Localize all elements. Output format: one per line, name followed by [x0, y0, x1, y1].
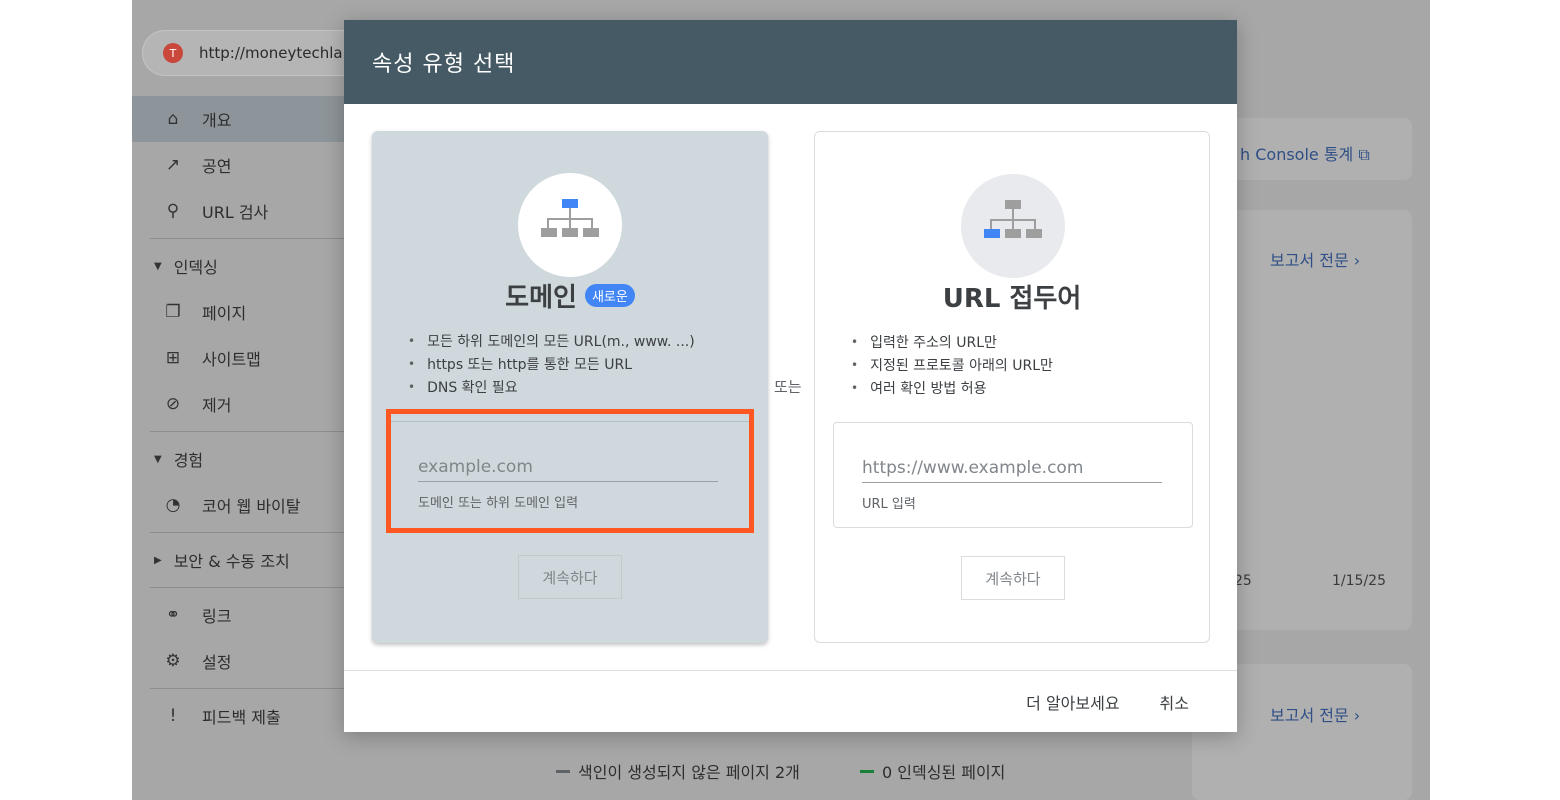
cancel-button[interactable]: 취소	[1160, 690, 1189, 714]
legend-not-indexed: 색인이 생성되지 않은 페이지 2개	[556, 759, 800, 783]
url-prefix-input[interactable]	[862, 453, 1162, 483]
sitemap-url-prefix-icon	[984, 200, 1042, 238]
domain-icon-circle	[518, 173, 622, 277]
domain-feature-list: 모든 하위 도메인의 모든 URL(m., www. ...) https 또는…	[408, 329, 695, 398]
full-report-link-1[interactable]: 보고서 전문 ›	[1270, 247, 1360, 271]
section-label: 경험	[173, 451, 204, 470]
chevron-right-icon: ›	[1353, 706, 1361, 725]
url-prefix-property-card[interactable]: URL 접두어 입력한 주소의 URL만 지정된 프로토콜 아래의 URL만 여…	[814, 131, 1210, 643]
dialog-body: 도메인 새로운 모든 하위 도메인의 모든 URL(m., www. ...) …	[344, 104, 1237, 670]
legend-swatch	[860, 769, 874, 773]
chart-tick: 1/15/25	[1332, 573, 1386, 589]
legend-label: 0 인덱싱된 페이지	[882, 763, 1006, 782]
caret-down-icon: ▼	[154, 260, 162, 272]
highlight-box	[386, 409, 754, 533]
sidebar-item-label: 사이트맵	[202, 350, 261, 369]
caret-right-icon: ▶	[154, 554, 162, 566]
legend-swatch	[556, 769, 570, 773]
list-item: 지정된 프로토콜 아래의 URL만	[851, 353, 1053, 376]
learn-more-button[interactable]: 더 알아보세요	[1026, 690, 1119, 714]
trending-up-icon: ↗	[165, 155, 181, 175]
settings-icon: ⚙	[165, 651, 181, 671]
visibility-off-icon: ⊘	[165, 394, 181, 414]
or-separator: 또는	[774, 378, 802, 396]
sitemap-icon: ⊞	[165, 348, 181, 368]
url-prefix-continue-button[interactable]: 계속하다	[961, 556, 1065, 600]
select-property-type-dialog: 속성 유형 선택 도메인 새로운 • 모든 하위 도메인의 모든 URL(m.,…	[344, 20, 1237, 732]
legend-indexed: 0 인덱싱된 페이지	[860, 759, 1005, 783]
property-url: http://moneytechla	[199, 44, 343, 62]
list-item: 여러 확인 방법 허용	[851, 376, 1053, 399]
sidebar-item-label: 설정	[202, 653, 232, 672]
dialog-title: 속성 유형 선택	[372, 52, 516, 77]
url-prefix-input-help: URL 입력	[862, 497, 916, 512]
console-stats-link[interactable]: h Console 통계 ⧉	[1240, 141, 1370, 165]
console-stats-label: h Console 통계	[1240, 145, 1354, 164]
site-favicon-icon: T	[163, 43, 183, 63]
url-prefix-icon-circle	[961, 174, 1065, 278]
caret-down-icon: ▼	[154, 453, 162, 465]
domain-title-text: 도메인	[505, 283, 577, 313]
section-label: 인덱싱	[173, 258, 218, 277]
full-report-label: 보고서 전문	[1270, 706, 1349, 725]
sidebar-item-label: 공연	[202, 157, 232, 176]
sidebar-item-label: URL 검사	[202, 203, 269, 222]
list-item: 모든 하위 도메인의 모든 URL(m., www. ...)	[408, 329, 695, 352]
full-report-label: 보고서 전문	[1270, 251, 1349, 270]
legend-label: 색인이 생성되지 않은 페이지 2개	[578, 763, 800, 782]
speed-icon: ◔	[165, 495, 181, 515]
links-icon: ⚭	[165, 605, 181, 625]
url-prefix-feature-list: 입력한 주소의 URL만 지정된 프로토콜 아래의 URL만 여러 확인 방법 …	[851, 330, 1053, 399]
section-label: 보안 & 수동 조치	[173, 552, 290, 571]
search-icon: ⚲	[166, 201, 180, 221]
sidebar-item-label: 코어 웹 바이탈	[202, 497, 301, 516]
home-icon: ⌂	[167, 109, 179, 129]
chevron-right-icon: ›	[1353, 251, 1361, 270]
sitemap-domain-icon	[541, 199, 599, 237]
domain-card-title: 도메인 새로운	[372, 277, 768, 314]
sidebar-item-label: 링크	[202, 607, 232, 626]
sidebar-item-label: 개요	[202, 111, 232, 130]
domain-continue-button[interactable]: 계속하다	[518, 555, 622, 599]
new-badge: 새로운	[584, 284, 635, 307]
full-report-link-2[interactable]: 보고서 전문 ›	[1270, 702, 1360, 726]
url-prefix-field-container: URL 입력	[833, 422, 1193, 528]
sidebar-item-label: 제거	[202, 396, 232, 415]
list-item: https 또는 http를 통한 모든 URL	[408, 352, 695, 375]
url-prefix-title-text: URL 접두어	[942, 284, 1082, 314]
feedback-icon: !	[169, 706, 177, 726]
pages-icon: ❐	[165, 302, 181, 322]
list-item: 입력한 주소의 URL만	[851, 330, 1053, 353]
dialog-footer: 더 알아보세요 취소	[344, 670, 1237, 732]
open-in-new-icon: ⧉	[1358, 145, 1370, 164]
url-prefix-card-title: URL 접두어	[815, 278, 1209, 315]
sidebar-item-label: 피드백 제출	[202, 708, 281, 727]
dialog-header: 속성 유형 선택	[344, 20, 1237, 104]
list-item: DNS 확인 필요	[408, 375, 695, 398]
sidebar-item-label: 페이지	[202, 304, 247, 323]
domain-property-card[interactable]: 도메인 새로운 모든 하위 도메인의 모든 URL(m., www. ...) …	[372, 131, 768, 643]
